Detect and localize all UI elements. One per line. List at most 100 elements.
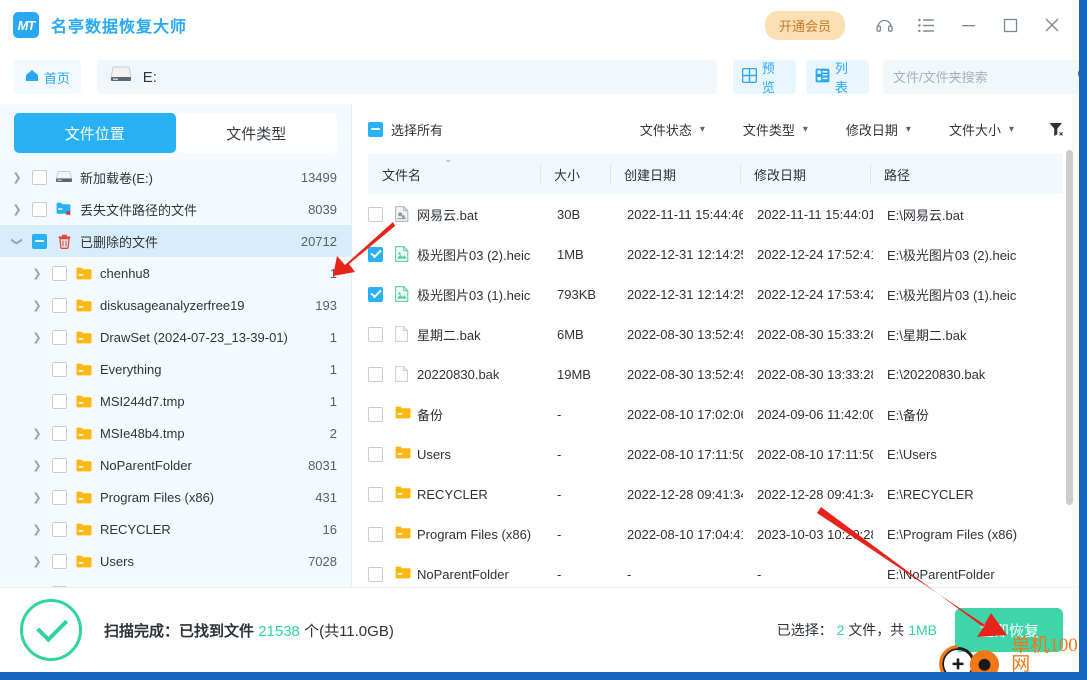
tree-item[interactable]: ❯ chenhu8 1	[0, 257, 351, 289]
tree-item-checkbox[interactable]	[52, 425, 67, 441]
column-header[interactable]: 文件名 ⌄	[368, 154, 540, 194]
chevron-right-icon[interactable]: ❯	[28, 555, 46, 568]
row-checkbox[interactable]	[368, 326, 383, 342]
filter-modified-date[interactable]: 修改日期 ▾	[846, 120, 911, 139]
row-checkbox[interactable]	[368, 486, 383, 502]
file-size-cell: -	[557, 406, 562, 422]
tab-file-type[interactable]: 文件类型	[175, 113, 337, 153]
table-row[interactable]: 网易云.bat 30B 2022-11-11 15:44:46 2022-11-11 …	[352, 194, 1079, 234]
close-icon[interactable]	[1031, 0, 1073, 50]
search-box[interactable]	[882, 60, 1079, 94]
chevron-right-icon[interactable]: ❯	[8, 203, 26, 216]
file-created-cell: 2022-12-31 12:14:25	[627, 246, 743, 262]
tree-item[interactable]: ❯ diskusageanalyzerfree19 193	[0, 289, 351, 321]
vip-upgrade-button[interactable]: 开通会员	[764, 10, 845, 40]
logo-text: MT	[17, 17, 36, 33]
column-header[interactable]: 修改日期	[740, 154, 870, 194]
row-checkbox[interactable]	[368, 286, 383, 302]
tree-item[interactable]: ❯ 已删除的文件 20712	[0, 225, 351, 257]
chevron-right-icon[interactable]: ❯	[8, 171, 26, 184]
tree-item-checkbox[interactable]	[32, 169, 47, 185]
column-header[interactable]: 创建日期	[610, 154, 740, 194]
row-checkbox[interactable]	[368, 566, 383, 582]
chevron-right-icon[interactable]: ❯	[28, 267, 46, 280]
chevron-right-icon[interactable]: ❯	[28, 427, 46, 440]
chevron-right-icon[interactable]: ❯	[28, 299, 46, 312]
select-all-control[interactable]: 选择所有	[368, 120, 443, 139]
row-checkbox[interactable]	[368, 366, 383, 382]
tree-item[interactable]: ❯ DrawSet (2024-07-23_13-39-01) 1	[0, 321, 351, 353]
table-row[interactable]: 极光图片03 (1).heic 793KB 2022-12-31 12:14:25 2…	[352, 274, 1079, 314]
tree-item-label: 已删除的文件	[80, 234, 159, 250]
tree-item-label: RECYCLER	[100, 521, 171, 537]
home-button[interactable]: 首页	[14, 60, 81, 94]
table-row[interactable]: RECYCLER - 2022-12-28 09:41:34 2022-12-28 0…	[352, 474, 1079, 514]
folder-icon	[72, 555, 96, 568]
file-modified-cell: 2022-12-24 17:53:42	[757, 286, 873, 302]
column-header[interactable]: 大小	[540, 154, 610, 194]
search-icon[interactable]	[1077, 67, 1079, 88]
chevron-right-icon[interactable]: ❯	[28, 523, 46, 536]
tree-item-checkbox[interactable]	[52, 265, 67, 281]
chevron-right-icon[interactable]: ❯	[28, 459, 46, 472]
table-row[interactable]: Program Files (x86) - 2022-08-10 17:04:41 2…	[352, 514, 1079, 554]
table-row[interactable]: 备份 - 2022-08-10 17:02:06 2024-09-06 11:42:0…	[352, 394, 1079, 434]
preview-view-button[interactable]: 预览	[732, 60, 796, 95]
tree-item-checkbox[interactable]	[52, 393, 67, 409]
file-name-cell: 极光图片03 (2).heic	[383, 245, 543, 264]
tree-item-count: 431	[315, 489, 337, 505]
tree-item[interactable]: MSI244d7.tmp 1	[0, 385, 351, 417]
column-header[interactable]: 路径	[870, 154, 1060, 194]
file-size-cell: 6MB	[557, 326, 584, 342]
tree-item[interactable]: ❯ Users 7028	[0, 545, 351, 577]
file-list-scrollbar[interactable]	[1066, 150, 1073, 505]
maximize-icon[interactable]	[989, 0, 1031, 50]
tree-item[interactable]: ❯ 新加载卷(E:) 13499	[0, 161, 351, 193]
chevron-right-icon[interactable]: ❯	[28, 491, 46, 504]
tree-item[interactable]: ❯ RECYCLER 16	[0, 513, 351, 545]
table-row[interactable]: 极光图片03 (2).heic 1MB 2022-12-31 12:14:25 202…	[352, 234, 1079, 274]
tree-item-checkbox[interactable]	[52, 457, 67, 473]
list-view-button[interactable]: 列表	[805, 60, 869, 95]
row-checkbox[interactable]	[368, 406, 383, 422]
tree-item[interactable]: ❯ MSIe48b4.tmp 2	[0, 417, 351, 449]
headset-icon[interactable]	[863, 0, 905, 50]
sort-descending-icon[interactable]: ⌄	[444, 154, 452, 165]
tree-item[interactable]: ❯ NoParentFolder 8031	[0, 449, 351, 481]
tree-item-checkbox[interactable]	[52, 361, 67, 377]
filter-file-status[interactable]: 文件状态 ▾	[640, 120, 705, 139]
tree-item[interactable]: Everything 1	[0, 353, 351, 385]
recover-now-button[interactable]: 立即恢复	[955, 608, 1063, 652]
tree-item-checkbox[interactable]	[52, 329, 67, 345]
tree-item[interactable]: ❯ 丢失文件路径的文件 8039	[0, 193, 351, 225]
filter-file-size[interactable]: 文件大小 ▾	[949, 120, 1014, 139]
tree-item-checkbox[interactable]	[32, 201, 47, 217]
table-row[interactable]: 20220830.bak 19MB 2022-08-30 13:52:49 2022-…	[352, 354, 1079, 394]
minimize-icon[interactable]	[947, 0, 989, 50]
tree-item-checkbox[interactable]	[52, 297, 67, 313]
tree-item-checkbox[interactable]	[52, 489, 67, 505]
title-bar-controls: 开通会员	[764, 0, 1079, 50]
menu-icon[interactable]	[905, 0, 947, 50]
select-all-checkbox[interactable]	[368, 121, 383, 137]
table-row[interactable]: 星期二.bak 6MB 2022-08-30 13:52:49 2022-08-30 …	[352, 314, 1079, 354]
tab-file-location[interactable]: 文件位置	[14, 113, 176, 153]
tree-item-checkbox[interactable]	[52, 521, 67, 537]
row-checkbox[interactable]	[368, 446, 383, 462]
chevron-right-icon[interactable]: ❯	[28, 331, 46, 344]
tree-item[interactable]: ❯ Program Files (x86) 431	[0, 481, 351, 513]
folder-icon	[395, 406, 411, 422]
tree-item-label: Everything	[100, 361, 162, 377]
row-checkbox[interactable]	[368, 526, 383, 542]
filter-clear-icon[interactable]	[1048, 121, 1065, 138]
tree-item-count: 1	[329, 329, 337, 345]
row-checkbox[interactable]	[368, 246, 383, 262]
table-row[interactable]: Users - 2022-08-10 17:11:50 2022-08-10 17:1…	[352, 434, 1079, 474]
tree-item-checkbox[interactable]	[32, 233, 47, 249]
path-bar[interactable]: E:	[96, 60, 717, 94]
tree-item-checkbox[interactable]	[52, 553, 67, 569]
chevron-down-icon[interactable]: ❯	[11, 232, 24, 250]
search-input[interactable]	[892, 69, 1069, 85]
filter-file-type[interactable]: 文件类型 ▾	[743, 120, 808, 139]
row-checkbox[interactable]	[368, 206, 383, 222]
